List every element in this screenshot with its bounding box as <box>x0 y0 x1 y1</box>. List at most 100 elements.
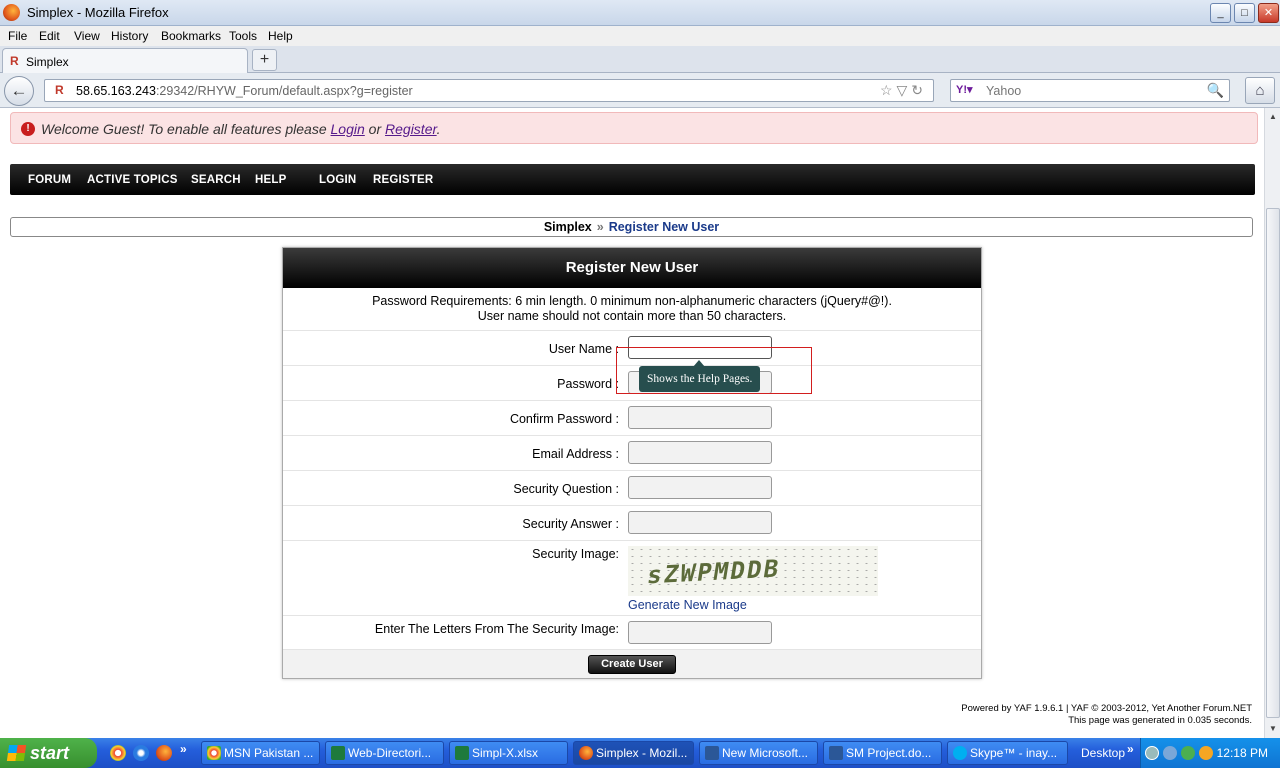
minimize-button[interactable]: _ <box>1210 3 1231 23</box>
nav-active-topics[interactable]: ACTIVE TOPICS <box>87 174 178 186</box>
confirm-password-input[interactable] <box>628 406 772 429</box>
back-button[interactable]: ← <box>4 76 34 106</box>
menu-bookmarks[interactable]: Bookmarks <box>161 29 221 43</box>
task-firefox-simplex[interactable]: Simplex - Mozil... <box>573 741 694 765</box>
security-question-label: Security Question : <box>513 482 619 496</box>
user-name-label: User Name : <box>548 342 619 356</box>
security-question-input[interactable] <box>628 476 772 499</box>
security-answer-input[interactable] <box>628 511 772 534</box>
chrome-quicklaunch-icon[interactable] <box>110 745 126 761</box>
windows-logo-icon <box>6 745 27 761</box>
clock[interactable]: 12:18 PM <box>1217 746 1268 760</box>
scroll-down-arrow-icon[interactable]: ▼ <box>1266 721 1280 737</box>
navigation-toolbar: ← R 58.65.163.243:29342/RHYW_Forum/defau… <box>0 73 1280 108</box>
search-input[interactable] <box>986 82 1206 99</box>
new-tab-button[interactable]: + <box>252 49 277 71</box>
vertical-scrollbar[interactable]: ▲ ▼ <box>1264 108 1280 738</box>
email-input[interactable] <box>628 441 772 464</box>
register-link[interactable]: Register <box>385 121 437 137</box>
security-icon[interactable] <box>1181 746 1195 760</box>
email-label: Email Address : <box>532 447 619 461</box>
nav-help[interactable]: HELP <box>255 174 286 186</box>
firefox-quicklaunch-icon[interactable] <box>156 745 172 761</box>
welcome-message: Welcome Guest! To enable all features pl… <box>41 121 441 137</box>
scroll-up-arrow-icon[interactable]: ▲ <box>1266 109 1280 125</box>
tray-expand-icon[interactable] <box>1145 746 1159 760</box>
breadcrumb-current[interactable]: Register New User <box>609 220 719 234</box>
page-content: ! Welcome Guest! To enable all features … <box>0 108 1264 738</box>
task-new-microsoft[interactable]: New Microsoft... <box>699 741 818 765</box>
task-simpl-x[interactable]: Simpl-X.xlsx <box>449 741 568 765</box>
task-msn[interactable]: MSN Pakistan ... <box>201 741 320 765</box>
menu-history[interactable]: History <box>111 29 148 43</box>
login-link[interactable]: Login <box>331 121 365 137</box>
breadcrumb-root[interactable]: Simplex <box>544 220 592 234</box>
windows-taskbar: start » MSN Pakistan ... Web-Directori..… <box>0 738 1280 768</box>
breadcrumb: Simplex » Register New User <box>10 217 1253 237</box>
word-icon <box>829 746 843 760</box>
panel-title: Register New User <box>283 248 981 288</box>
menu-tools[interactable]: Tools <box>229 29 257 43</box>
help-tooltip: Shows the Help Pages. <box>639 366 761 392</box>
menu-bar: File Edit View History Bookmarks Tools H… <box>0 26 1280 46</box>
page-footer: Powered by YAF 1.9.6.1 | YAF © 2003-2012… <box>961 703 1252 727</box>
word-icon <box>705 746 719 760</box>
url-bar[interactable]: R 58.65.163.243:29342/RHYW_Forum/default… <box>44 79 934 102</box>
skype-icon <box>953 746 967 760</box>
requirements-text: Password Requirements: 6 min length. 0 m… <box>372 294 892 323</box>
update-icon[interactable] <box>1199 746 1213 760</box>
window-title: Simplex - Mozilla Firefox <box>27 5 169 20</box>
task-web-directories[interactable]: Web-Directori... <box>325 741 444 765</box>
yahoo-engine-icon[interactable]: Y!▾ <box>956 83 973 96</box>
task-skype[interactable]: Skype™ - inay... <box>947 741 1068 765</box>
nav-forum[interactable]: FORUM <box>28 174 71 186</box>
search-bar[interactable]: Y!▾ 🔍 <box>950 79 1230 102</box>
menu-help[interactable]: Help <box>268 29 293 43</box>
menu-file[interactable]: File <box>8 29 27 43</box>
excel-icon <box>331 746 345 760</box>
row-security-question: Security Question : <box>283 470 981 505</box>
url-text[interactable]: 58.65.163.243:29342/RHYW_Forum/default.a… <box>76 84 413 98</box>
create-user-button[interactable]: Create User <box>588 655 676 674</box>
desktop-toolbar[interactable]: Desktop <box>1081 746 1125 760</box>
network-icon[interactable] <box>1163 746 1177 760</box>
generated-time-text: This page was generated in 0.035 seconds… <box>1068 715 1252 726</box>
site-favicon-icon: R <box>10 54 19 68</box>
generate-new-image-link[interactable]: Generate New Image <box>628 598 747 612</box>
close-button[interactable]: ✕ <box>1258 3 1279 23</box>
scroll-thumb[interactable] <box>1266 208 1280 718</box>
tab-strip: R Simplex + <box>0 46 1280 73</box>
forum-main-nav: FORUM ACTIVE TOPICS SEARCH HELP LOGIN RE… <box>10 164 1255 195</box>
site-identity-icon[interactable]: R <box>55 83 64 97</box>
menu-edit[interactable]: Edit <box>39 29 60 43</box>
row-enter-letters: Enter The Letters From The Security Imag… <box>283 615 981 650</box>
search-icon[interactable]: 🔍 <box>1207 82 1224 99</box>
captcha-input[interactable] <box>628 621 772 644</box>
ie-quicklaunch-icon[interactable] <box>133 745 149 761</box>
powered-by-text: Powered by YAF 1.9.6.1 | YAF © 2003-2012… <box>961 703 1252 714</box>
home-button[interactable]: ⌂ <box>1245 77 1275 104</box>
desktop-chevron[interactable]: » <box>1127 742 1134 756</box>
window-title-bar: Simplex - Mozilla Firefox _ □ ✕ <box>0 0 1280 26</box>
nav-login[interactable]: LOGIN <box>319 174 356 186</box>
maximize-button[interactable]: □ <box>1234 3 1255 23</box>
tab-simplex[interactable]: R Simplex <box>2 48 248 73</box>
security-image-label: Security Image: <box>532 547 619 561</box>
system-tray: 12:18 PM <box>1140 738 1280 768</box>
alert-icon: ! <box>21 122 35 136</box>
bookmark-star-and-reload-icon[interactable]: ☆▽↻ <box>880 82 927 99</box>
menu-view[interactable]: View <box>74 29 100 43</box>
start-button[interactable]: start <box>0 738 97 768</box>
captcha-image: sZWPMDDB <box>628 546 878 596</box>
tab-label: Simplex <box>26 55 69 69</box>
nav-search[interactable]: SEARCH <box>191 174 241 186</box>
nav-register[interactable]: REGISTER <box>373 174 433 186</box>
firefox-icon <box>579 746 593 760</box>
row-security-image: Security Image: sZWPMDDB Generate New Im… <box>283 540 981 615</box>
quicklaunch-chevron[interactable]: » <box>180 742 187 756</box>
row-confirm-password: Confirm Password : <box>283 400 981 435</box>
welcome-banner: ! Welcome Guest! To enable all features … <box>10 112 1258 144</box>
row-security-answer: Security Answer : <box>283 505 981 540</box>
task-sm-project[interactable]: SM Project.do... <box>823 741 942 765</box>
register-panel: Register New User Password Requirements:… <box>282 247 982 679</box>
